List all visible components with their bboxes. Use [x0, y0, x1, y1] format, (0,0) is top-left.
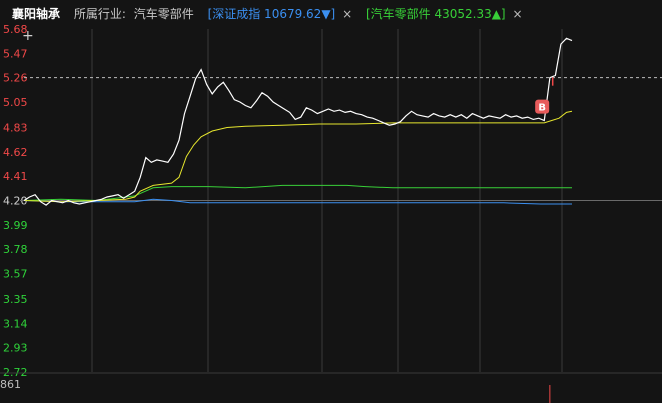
y-tick-label: 2.93: [3, 342, 28, 355]
crosshair-icon[interactable]: +: [22, 29, 34, 43]
y-tick-label: 4.83: [3, 121, 28, 134]
y-tick-label: 4.62: [3, 146, 28, 159]
y-tick-label: 5.26: [3, 72, 28, 85]
y-tick-label: 3.78: [3, 243, 28, 256]
y-tick-label: 3.14: [3, 317, 28, 330]
y-tick-label: 4.41: [3, 170, 28, 183]
buy-marker-label: B: [538, 103, 546, 114]
price-line: [23, 37, 573, 206]
intraday-chart[interactable]: 5.685.475.265.054.834.624.414.203.993.78…: [0, 0, 662, 403]
y-tick-label: 3.57: [3, 268, 28, 281]
y-tick-label: 5.47: [3, 47, 28, 60]
volume-top-label: 861: [0, 378, 21, 391]
y-tick-label: 5.05: [3, 96, 28, 109]
y-tick-label: 3.35: [3, 293, 28, 306]
index2-line: [23, 184, 572, 202]
y-tick-label: 3.99: [3, 219, 28, 232]
